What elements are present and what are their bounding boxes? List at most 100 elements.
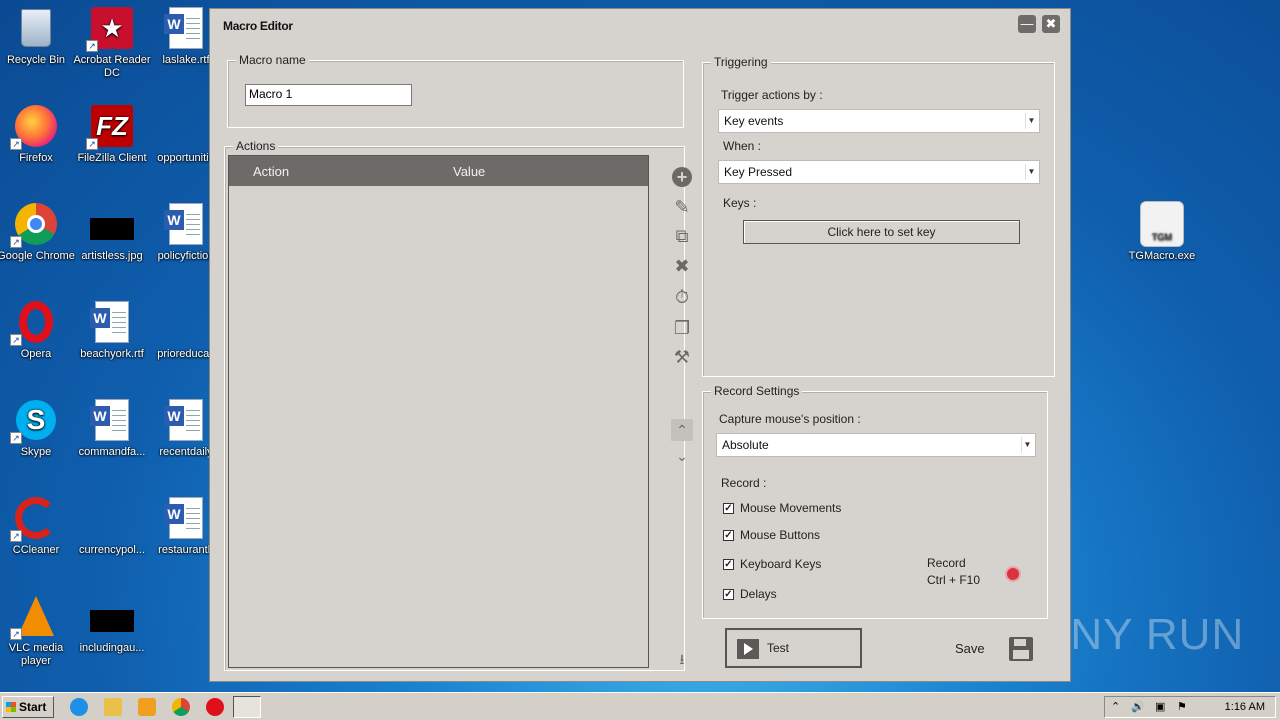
explorer-icon[interactable] xyxy=(104,698,122,716)
capture-label: Capture mouse's position : xyxy=(719,412,861,426)
move-down-icon[interactable]: ⌄ xyxy=(671,445,693,467)
system-tray: ⌃ 🔊 ▣ ⚑ 1:16 AM xyxy=(1104,696,1276,718)
chrome-icon: ↗ xyxy=(10,202,58,248)
record-settings-group: Record Settings Capture mouse's position… xyxy=(702,384,1048,619)
add-action-icon[interactable]: + xyxy=(671,166,693,188)
actions-group: Actions Action Value + ✎ ⧉ ✖ ⏱ ❐ ⚒ ⌃ ⌄ ⭳ xyxy=(224,139,693,671)
desktop-icon-tgmacro[interactable]: TGM TGMacro.exe xyxy=(1122,201,1202,263)
minimize-button[interactable]: — xyxy=(1018,15,1036,33)
trigger-by-select[interactable]: Key events ▼ xyxy=(718,109,1040,133)
checkmark-icon: ✓ xyxy=(723,502,734,514)
record-hint-title: Record xyxy=(927,556,966,570)
desktop-icon-ccleaner[interactable]: ↗ CCleaner xyxy=(0,496,76,557)
desktop-icon-chrome[interactable]: ↗ Google Chrome xyxy=(0,202,76,263)
delays-checkbox[interactable]: ✓ Delays xyxy=(723,587,777,601)
record-label: Record : xyxy=(721,476,767,490)
actions-label: Actions xyxy=(233,139,279,153)
triggering-label: Triggering xyxy=(711,55,771,69)
start-button[interactable]: Start xyxy=(2,696,54,718)
word-doc-icon xyxy=(90,300,134,344)
desktop-icon-recycle-bin[interactable]: Recycle Bin xyxy=(0,6,76,67)
image-file-icon xyxy=(90,202,134,246)
word-doc-icon xyxy=(90,398,134,442)
delay-timer-icon[interactable]: ⏱ xyxy=(671,286,693,308)
chevron-down-icon: ▼ xyxy=(1025,113,1037,129)
acrobat-icon: ★ ↗ xyxy=(86,6,134,52)
record-hint-shortcut: Ctrl + F10 xyxy=(927,573,981,587)
media-player-icon[interactable] xyxy=(138,698,156,716)
actions-table-header: Action Value xyxy=(229,156,648,186)
column-action[interactable]: Action xyxy=(253,164,289,179)
ccleaner-icon: ↗ xyxy=(10,496,58,542)
mouse-buttons-checkbox[interactable]: ✓ Mouse Buttons xyxy=(723,528,820,542)
desktop-icon-includingau[interactable]: includingau... xyxy=(72,594,152,655)
skype-icon: S ↗ xyxy=(10,398,58,444)
desktop-icon-vlc[interactable]: ↗ VLC media player xyxy=(0,594,76,668)
opera-icon: ↗ xyxy=(10,300,58,346)
desktop-icon-opera[interactable]: ↗ Opera xyxy=(0,300,76,361)
desktop-icon-filezilla[interactable]: FZ ↗ FileZilla Client xyxy=(72,104,152,165)
set-key-button[interactable]: Click here to set key xyxy=(743,220,1020,244)
import-icon[interactable]: ⭳ xyxy=(671,650,693,672)
desktop-icon-firefox[interactable]: ↗ Firefox xyxy=(0,104,76,165)
column-value[interactable]: Value xyxy=(453,164,485,179)
word-doc-icon xyxy=(164,6,208,50)
desktop-icon-commandfa[interactable]: commandfa... xyxy=(72,398,152,459)
blank-file-icon xyxy=(164,104,208,148)
volume-icon[interactable]: 🔊 xyxy=(1131,700,1145,713)
record-button[interactable] xyxy=(1007,568,1019,580)
trigger-by-label: Trigger actions by : xyxy=(721,88,823,102)
recycle-bin-icon xyxy=(14,6,58,50)
actions-table[interactable]: Action Value xyxy=(228,155,649,668)
macro-name-group: Macro name Macro 1 xyxy=(227,53,684,128)
desktop-icon-currencypol[interactable]: currencypol... xyxy=(72,496,152,557)
desktop-icon-skype[interactable]: S ↗ Skype xyxy=(0,398,76,459)
word-doc-icon xyxy=(164,398,208,442)
save-icon[interactable] xyxy=(1009,637,1033,661)
desktop-icon-artistless[interactable]: artistless.jpg xyxy=(72,202,152,263)
test-button[interactable]: Test xyxy=(725,628,862,668)
copy-action-icon[interactable]: ❐ xyxy=(671,317,693,339)
capture-position-select[interactable]: Absolute ▼ xyxy=(716,433,1036,457)
clock[interactable]: 1:16 AM xyxy=(1225,701,1265,713)
image-file-icon xyxy=(90,594,134,638)
triggering-group: Triggering Trigger actions by : Key even… xyxy=(702,55,1055,377)
chevron-down-icon: ▼ xyxy=(1021,437,1033,453)
chevron-down-icon: ▼ xyxy=(1025,164,1037,180)
opera-taskbar-icon[interactable] xyxy=(206,698,224,716)
clear-actions-icon[interactable]: ⚒ xyxy=(671,346,693,368)
delete-action-icon[interactable]: ✖ xyxy=(671,255,693,277)
macro-editor-window: Macro Editor — ✖ Macro name Macro 1 Acti… xyxy=(209,8,1071,682)
ie-icon[interactable] xyxy=(70,698,88,716)
tgmacro-taskbar-button[interactable] xyxy=(233,696,261,718)
word-doc-icon xyxy=(164,202,208,246)
close-button[interactable]: ✖ xyxy=(1042,15,1060,33)
when-label: When : xyxy=(723,139,762,153)
checkmark-icon: ✓ xyxy=(723,588,734,600)
chrome-taskbar-icon[interactable] xyxy=(172,698,190,716)
macro-name-label: Macro name xyxy=(236,53,309,67)
save-label[interactable]: Save xyxy=(955,641,985,656)
word-doc-icon xyxy=(164,496,208,540)
filezilla-icon: FZ ↗ xyxy=(86,104,134,150)
play-icon xyxy=(737,639,759,659)
mouse-movements-checkbox[interactable]: ✓ Mouse Movements xyxy=(723,501,841,515)
duplicate-action-icon[interactable]: ⧉ xyxy=(671,225,693,247)
vlc-icon: ↗ xyxy=(10,594,58,640)
network-icon[interactable]: ▣ xyxy=(1155,700,1165,713)
desktop-icon-beachyork[interactable]: beachyork.rtf xyxy=(72,300,152,361)
move-up-icon[interactable]: ⌃ xyxy=(671,419,693,441)
keys-label: Keys : xyxy=(723,196,757,210)
edit-action-icon[interactable]: ✎ xyxy=(671,196,693,218)
desktop-icon-acrobat[interactable]: ★ ↗ Acrobat Reader DC xyxy=(72,6,152,80)
record-settings-label: Record Settings xyxy=(711,384,803,398)
when-select[interactable]: Key Pressed ▼ xyxy=(718,160,1040,184)
blank-file-icon xyxy=(164,300,208,344)
window-title: Macro Editor xyxy=(223,19,293,33)
show-hidden-icon[interactable]: ⌃ xyxy=(1111,700,1120,713)
flag-icon[interactable]: ⚑ xyxy=(1177,700,1187,713)
checkmark-icon: ✓ xyxy=(723,558,734,570)
taskbar: Start ⌃ 🔊 ▣ ⚑ 1:16 AM xyxy=(0,692,1280,720)
macro-name-input[interactable]: Macro 1 xyxy=(245,84,412,106)
keyboard-keys-checkbox[interactable]: ✓ Keyboard Keys xyxy=(723,557,821,571)
